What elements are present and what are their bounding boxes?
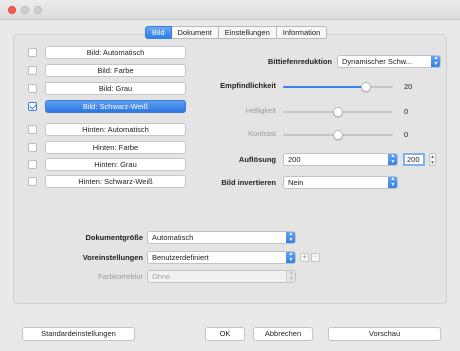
cancel-button[interactable]: Abbrechen (253, 327, 313, 341)
list-item-button[interactable]: Bild: Farbe (45, 64, 186, 77)
aufloesung-label: Auflösung (238, 155, 276, 164)
kontrast-slider[interactable] (283, 130, 393, 140)
list-item: Hinten: Farbe (22, 141, 188, 154)
list-item-checkbox[interactable] (28, 102, 37, 111)
slider-fill (283, 86, 366, 88)
list-item-checkbox[interactable] (28, 84, 37, 93)
tab-bild[interactable]: Bild (145, 26, 172, 39)
list-item: Hinten: Schwarz-Weiß (22, 175, 188, 188)
empfindlichkeit-value: 20 (404, 82, 413, 91)
bittiefe-select[interactable]: Dynamischer Schw... ▲ ▼ (337, 55, 441, 68)
select-arrows-icon: ▲ ▼ (286, 252, 295, 263)
list-item-checkbox[interactable] (28, 160, 37, 169)
aufloesung-select[interactable]: 200 ▲ ▼ (283, 153, 398, 166)
list-item-button[interactable]: Hinten: Schwarz-Weiß (45, 175, 186, 188)
voreinstellungen-value: Benutzerdefiniert (152, 253, 209, 262)
defaults-button[interactable]: Standardeinstellungen (22, 327, 135, 341)
list-item-button[interactable]: Bild: Grau (45, 82, 186, 95)
empfindlichkeit-label: Empfindlichkeit (220, 81, 276, 90)
empfindlichkeit-slider[interactable] (283, 82, 393, 92)
invertieren-value: Nein (288, 178, 304, 187)
slider-knob[interactable] (361, 82, 371, 92)
preview-button[interactable]: Vorschau (328, 327, 441, 341)
list-item-checkbox[interactable] (28, 66, 37, 75)
list-item-button[interactable]: Hinten: Grau (45, 158, 186, 171)
tab-bar: Bild Dokument Einstellungen Information (145, 26, 328, 39)
slider-knob[interactable] (333, 107, 343, 117)
dokumentgroesse-label: Dokumentgröße (85, 233, 143, 242)
list-item: Bild: Schwarz-Weiß (22, 100, 188, 113)
list-item-checkbox[interactable] (28, 48, 37, 57)
aufloesung-input[interactable]: 200 (403, 153, 425, 166)
invertieren-select[interactable]: Nein ▲ ▼ (283, 176, 398, 189)
farbkorrektur-select: Ohne ▲ ▼ (147, 270, 296, 283)
list-item-checkbox[interactable] (28, 143, 37, 152)
list-item-button[interactable]: Bild: Schwarz-Weiß (45, 100, 186, 113)
voreinstellungen-select[interactable]: Benutzerdefiniert ▲ ▼ (147, 251, 296, 264)
list-item: Bild: Grau (22, 82, 188, 95)
add-preset-button[interactable]: + (300, 253, 309, 262)
remove-preset-button[interactable]: − (311, 253, 320, 262)
helligkeit-value: 0 (404, 107, 409, 116)
voreinstellungen-label: Voreinstellungen (82, 253, 143, 262)
list-item: Hinten: Grau (22, 158, 188, 171)
invertieren-label: Bild invertieren (221, 178, 276, 187)
list-item-button[interactable]: Bild: Automatisch (45, 46, 186, 59)
tab-dokument[interactable]: Dokument (171, 26, 219, 39)
list-item-checkbox[interactable] (28, 177, 37, 186)
list-item: Bild: Farbe (22, 64, 188, 77)
tab-einstellungen[interactable]: Einstellungen (218, 26, 277, 39)
farbkorrektur-value: Ohne (152, 272, 171, 281)
kontrast-value: 0 (404, 130, 409, 139)
zoom-window-icon[interactable] (34, 6, 42, 14)
list-item: Hinten: Automatisch (22, 123, 188, 136)
list-item: Bild: Automatisch (22, 46, 188, 59)
select-arrows-icon: ▲ ▼ (388, 154, 397, 165)
kontrast-label: Kontrast (248, 129, 276, 138)
minimize-window-icon[interactable] (21, 6, 29, 14)
tab-information[interactable]: Information (276, 26, 328, 39)
select-arrows-icon: ▲ ▼ (286, 271, 295, 282)
list-item-checkbox[interactable] (28, 125, 37, 134)
farbkorrektur-label: Farbkorrektur (97, 272, 143, 281)
bittiefe-label: Bittiefenreduktion (267, 57, 332, 66)
bittiefe-value: Dynamischer Schw... (342, 57, 413, 66)
helligkeit-label: Helligkeit (245, 106, 276, 115)
list-item-button[interactable]: Hinten: Farbe (45, 141, 186, 154)
select-arrows-icon: ▲ ▼ (388, 177, 397, 188)
list-item-button[interactable]: Hinten: Automatisch (45, 123, 186, 136)
select-arrows-icon: ▲ ▼ (286, 232, 295, 243)
aufloesung-stepper[interactable]: ▲ ▼ (429, 153, 436, 166)
select-arrows-icon: ▲ ▼ (431, 56, 440, 67)
dokumentgroesse-value: Automatisch (152, 233, 194, 242)
aufloesung-value: 200 (288, 155, 301, 164)
helligkeit-slider[interactable] (283, 107, 393, 117)
ok-button[interactable]: OK (205, 327, 245, 341)
slider-knob[interactable] (333, 130, 343, 140)
dokumentgroesse-select[interactable]: Automatisch ▲ ▼ (147, 231, 296, 244)
close-window-icon[interactable] (8, 6, 16, 14)
title-bar (0, 0, 460, 20)
